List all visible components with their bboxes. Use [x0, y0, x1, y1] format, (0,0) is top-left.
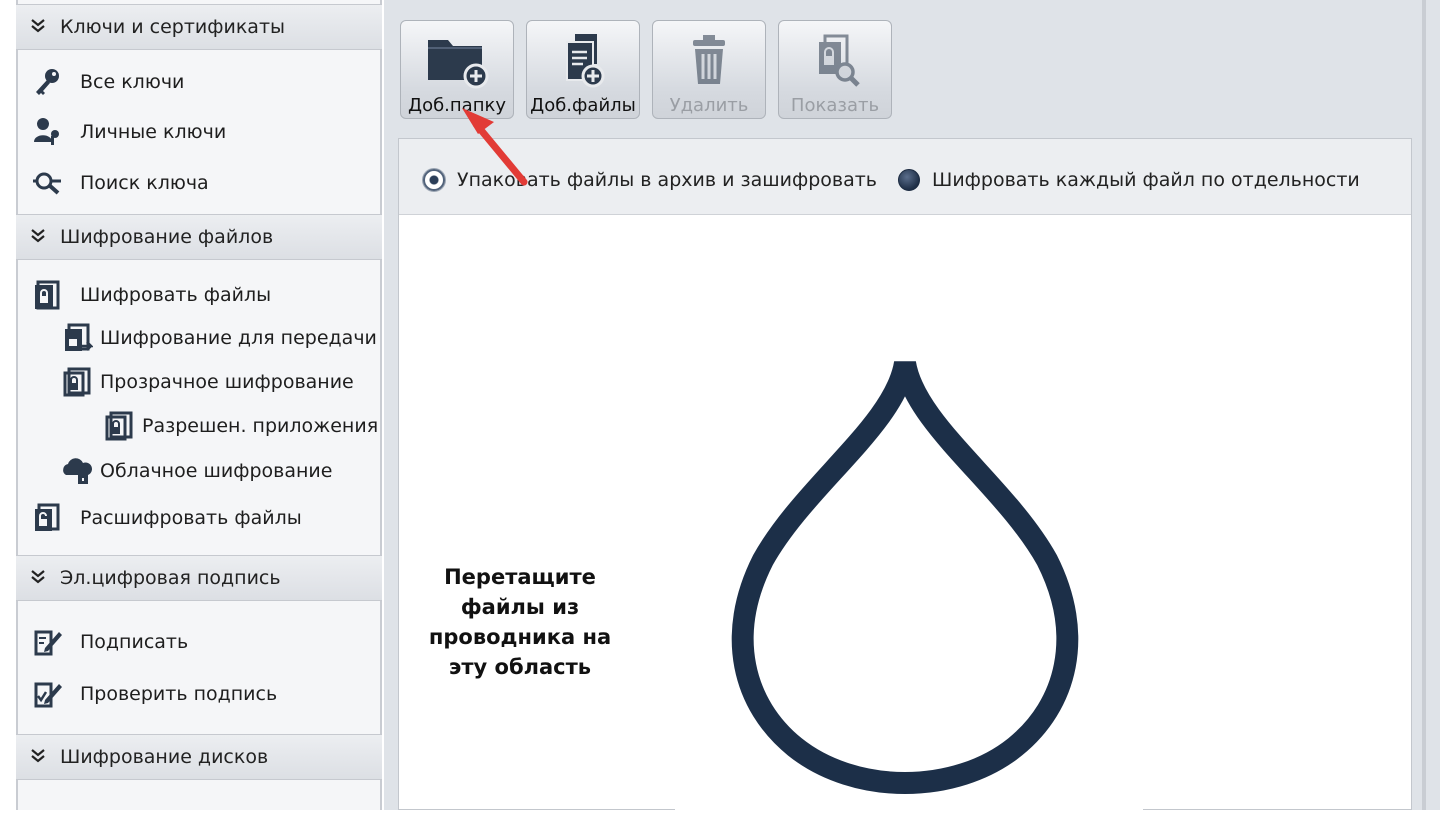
section-header-keys[interactable]: Ключи и сертификаты — [16, 4, 382, 50]
add-folder-label: Доб.папку — [408, 95, 506, 116]
section-title: Шифрование дисков — [60, 746, 269, 768]
sidebar: Ключи и сертификаты Все ключи Личные клю… — [0, 0, 384, 810]
chevron-double-down-icon — [16, 747, 60, 767]
add-folder-button[interactable]: Доб.папку — [400, 20, 514, 119]
transparent-lock-icon — [60, 365, 94, 399]
show-button[interactable]: Показать — [778, 20, 892, 119]
radio-unchecked-indicator — [898, 169, 920, 191]
sidebar-item-label: Расшифровать файлы — [80, 507, 302, 529]
content-panel: Упаковать файлы в архив и зашифровать Ши… — [398, 138, 1412, 811]
sidebar-item-label: Прозрачное шифрование — [100, 371, 354, 393]
file-drop-zone[interactable] — [675, 335, 1143, 811]
sidebar-item-label: Все ключи — [80, 71, 185, 93]
sidebar-item-encrypt-files[interactable]: Шифровать файлы — [30, 275, 271, 315]
sidebar-item-label: Личные ключи — [80, 121, 227, 143]
delete-button[interactable]: Удалить — [652, 20, 766, 119]
radio-label: Упаковать файлы в архив и зашифровать — [457, 169, 877, 191]
sidebar-item-allowed-apps[interactable]: Разрешен. приложения — [102, 406, 378, 446]
sidebar-item-cloud-encryption[interactable]: Облачное шифрование — [60, 451, 332, 491]
sidebar-item-personal-keys[interactable]: Личные ключи — [30, 112, 226, 152]
pack-archive-radio[interactable]: Упаковать файлы в архив и зашифровать — [423, 169, 877, 191]
app-lock-icon — [102, 409, 136, 443]
trash-icon — [653, 29, 765, 91]
sidebar-item-transparent-encryption[interactable]: Прозрачное шифрование — [60, 362, 354, 402]
each-file-radio[interactable]: Шифровать каждый файл по отдельности — [898, 169, 1360, 191]
window-border — [1422, 0, 1426, 810]
transfer-lock-icon — [60, 321, 94, 355]
sidebar-item-label: Поиск ключа — [80, 172, 209, 194]
chevron-double-down-icon — [16, 17, 60, 37]
sidebar-item-all-keys[interactable]: Все ключи — [30, 62, 184, 102]
key-search-icon — [30, 166, 64, 200]
drop-text-line: файлы из — [460, 595, 580, 619]
chevron-double-down-icon — [16, 568, 60, 588]
section-header-file-encryption[interactable]: Шифрование файлов — [16, 214, 382, 260]
sidebar-item-sign[interactable]: Подписать — [30, 622, 188, 662]
delete-label: Удалить — [669, 95, 749, 116]
sidebar-item-label: Разрешен. приложения — [142, 415, 379, 437]
section-title: Ключи и сертификаты — [60, 16, 286, 38]
section-title: Шифрование файлов — [60, 226, 274, 248]
decrypt-file-icon — [30, 501, 64, 535]
drop-text-line: Перетащите — [444, 565, 596, 589]
lock-search-icon — [779, 29, 891, 91]
sidebar-item-transfer-encryption[interactable]: Шифрование для передачи — [60, 318, 377, 358]
sign-pen-icon — [30, 625, 64, 659]
personal-key-icon — [30, 115, 64, 149]
files-add-icon — [527, 29, 639, 91]
sidebar-item-label: Проверить подпись — [80, 683, 278, 705]
sidebar-item-label: Шифрование для передачи — [100, 327, 377, 349]
cloud-lock-icon — [60, 454, 94, 488]
sidebar-item-verify-signature[interactable]: Проверить подпись — [30, 674, 277, 714]
radio-checked-indicator — [423, 169, 445, 191]
encryption-options-bar: Упаковать файлы в архив и зашифровать Ши… — [399, 139, 1411, 215]
sidebar-item-label: Облачное шифрование — [100, 460, 333, 482]
folder-add-icon — [401, 29, 513, 91]
drop-text-line: проводника на — [428, 625, 612, 649]
sidebar-item-label: Шифровать файлы — [80, 284, 272, 306]
chevron-double-down-icon — [16, 227, 60, 247]
add-files-button[interactable]: Доб.файлы — [526, 20, 640, 119]
key-icon — [30, 65, 64, 99]
sidebar-item-label: Подписать — [80, 631, 189, 653]
show-label: Показать — [790, 95, 880, 116]
sidebar-item-decrypt-files[interactable]: Расшифровать файлы — [30, 498, 302, 538]
section-title: Эл.цифровая подпись — [60, 567, 281, 589]
sidebar-item-key-search[interactable]: Поиск ключа — [30, 163, 209, 203]
radio-label: Шифровать каждый файл по отдельности — [932, 169, 1360, 191]
lock-file-icon — [30, 278, 64, 312]
drop-icon — [731, 360, 1079, 794]
add-files-label: Доб.файлы — [530, 95, 636, 116]
verify-sign-icon — [30, 677, 64, 711]
section-header-disk-encryption[interactable]: Шифрование дисков — [16, 734, 382, 780]
section-header-digital-signature[interactable]: Эл.цифровая подпись — [16, 555, 382, 601]
drop-zone-instructions: Перетащите файлы из проводника на эту об… — [390, 562, 650, 682]
drop-text-line: эту область — [448, 655, 592, 679]
